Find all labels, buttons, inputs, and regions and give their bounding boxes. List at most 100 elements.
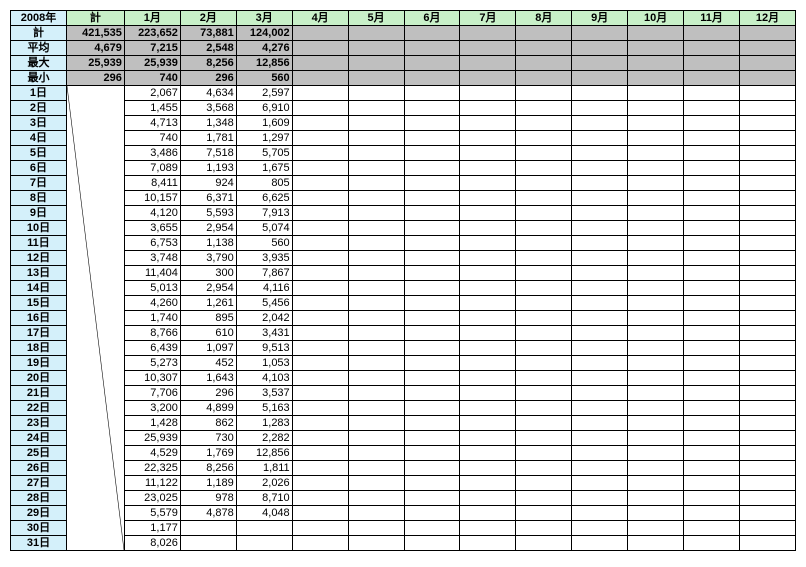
data-cell (516, 521, 572, 536)
data-cell (460, 311, 516, 326)
data-cell: 560 (236, 236, 292, 251)
day-row: 28日23,0259788,710 (11, 491, 796, 506)
data-cell: 1,193 (180, 161, 236, 176)
data-cell (292, 161, 348, 176)
data-cell (740, 371, 796, 386)
summary-cell (684, 26, 740, 41)
data-cell (404, 461, 460, 476)
data-cell: 4,634 (180, 86, 236, 101)
day-label: 9日 (11, 206, 67, 221)
header-row: 2008年 計 1月 2月 3月 4月 5月 6月 7月 8月 9月 10月 1… (11, 11, 796, 26)
data-cell (684, 431, 740, 446)
summary-cell (348, 56, 404, 71)
data-cell (684, 401, 740, 416)
data-cell (516, 251, 572, 266)
summary-cell (516, 71, 572, 86)
data-cell (740, 221, 796, 236)
data-cell (740, 101, 796, 116)
data-cell (292, 281, 348, 296)
data-cell (460, 251, 516, 266)
data-cell: 12,856 (236, 446, 292, 461)
data-cell (460, 476, 516, 491)
data-cell (628, 311, 684, 326)
data-cell (460, 221, 516, 236)
day-row: 27日11,1221,1892,026 (11, 476, 796, 491)
summary-cell (292, 71, 348, 86)
data-cell (740, 116, 796, 131)
data-cell: 1,177 (124, 521, 180, 536)
day-label: 29日 (11, 506, 67, 521)
data-cell (348, 311, 404, 326)
data-cell (740, 416, 796, 431)
data-cell: 10,157 (124, 191, 180, 206)
data-cell: 1,097 (180, 341, 236, 356)
data-cell: 1,740 (124, 311, 180, 326)
data-cell (292, 416, 348, 431)
day-row: 13日11,4043007,867 (11, 266, 796, 281)
month-header: 8月 (516, 11, 572, 26)
data-cell (460, 116, 516, 131)
data-cell: 1,138 (180, 236, 236, 251)
data-cell (684, 131, 740, 146)
data-cell (572, 206, 628, 221)
data-cell: 6,910 (236, 101, 292, 116)
data-cell: 1,348 (180, 116, 236, 131)
day-label: 22日 (11, 401, 67, 416)
day-row: 19日5,2734521,053 (11, 356, 796, 371)
data-cell (516, 311, 572, 326)
data-cell (348, 161, 404, 176)
total-header: 計 (66, 11, 124, 26)
data-cell (740, 476, 796, 491)
data-cell (292, 221, 348, 236)
day-label: 28日 (11, 491, 67, 506)
day-row: 16日1,7408952,042 (11, 311, 796, 326)
data-cell (348, 416, 404, 431)
day-label: 4日 (11, 131, 67, 146)
data-cell (404, 446, 460, 461)
data-cell (348, 131, 404, 146)
data-table: 2008年 計 1月 2月 3月 4月 5月 6月 7月 8月 9月 10月 1… (10, 10, 796, 551)
data-cell (460, 461, 516, 476)
month-header: 9月 (572, 11, 628, 26)
summary-cell (684, 56, 740, 71)
data-cell (460, 341, 516, 356)
data-cell (292, 326, 348, 341)
data-cell (404, 491, 460, 506)
data-cell (236, 536, 292, 551)
data-cell (404, 521, 460, 536)
day-row: 9日4,1205,5937,913 (11, 206, 796, 221)
data-cell: 7,913 (236, 206, 292, 221)
data-cell (684, 101, 740, 116)
data-cell (460, 491, 516, 506)
day-row: 6日7,0891,1931,675 (11, 161, 796, 176)
day-label: 24日 (11, 431, 67, 446)
data-cell (292, 431, 348, 446)
summary-cell (684, 41, 740, 56)
data-cell (740, 176, 796, 191)
data-cell: 7,518 (180, 146, 236, 161)
data-cell: 4,878 (180, 506, 236, 521)
data-cell (404, 371, 460, 386)
data-cell (572, 491, 628, 506)
data-cell (516, 461, 572, 476)
data-cell (348, 431, 404, 446)
data-cell (404, 476, 460, 491)
month-header: 2月 (180, 11, 236, 26)
data-cell (572, 281, 628, 296)
data-cell (740, 506, 796, 521)
data-cell (684, 281, 740, 296)
data-cell (292, 266, 348, 281)
data-cell: 730 (180, 431, 236, 446)
data-cell (628, 371, 684, 386)
data-cell: 610 (180, 326, 236, 341)
month-header: 4月 (292, 11, 348, 26)
data-cell (684, 446, 740, 461)
summary-cell: 8,256 (180, 56, 236, 71)
day-label: 25日 (11, 446, 67, 461)
data-cell (348, 401, 404, 416)
data-cell (460, 521, 516, 536)
data-cell (572, 521, 628, 536)
day-label: 17日 (11, 326, 67, 341)
data-cell (684, 176, 740, 191)
data-cell (348, 206, 404, 221)
